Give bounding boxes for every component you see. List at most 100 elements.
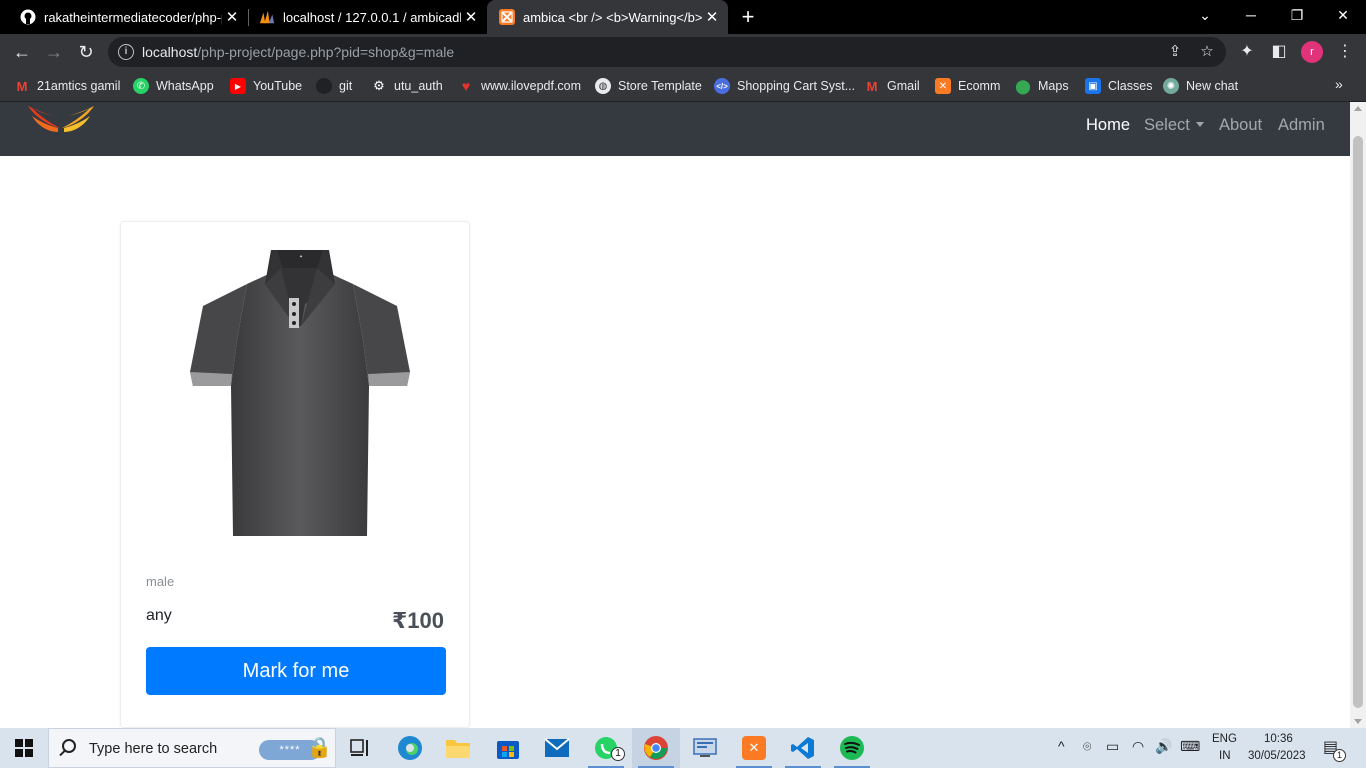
notification-badge: 1 [1333,749,1346,762]
restore-icon[interactable]: ❐ [1274,0,1320,30]
tab-title: ambica <br /> <b>Warning</b> [523,9,702,25]
xampp-app-icon[interactable]: ✕ [730,728,778,768]
new-tab-button[interactable]: + [737,4,759,30]
bookmark-shopping-cart[interactable]: </> Shopping Cart Syst... [714,76,855,96]
whatsapp-icon: ✆ [133,78,149,94]
bookmark-store-template[interactable]: ◍ Store Template [595,76,702,96]
close-window-icon[interactable]: ✕ [1320,0,1366,30]
site-logo[interactable] [24,102,98,142]
tab-phpmyadmin[interactable]: localhost / 127.0.0.1 / ambicadb / ✕ [239,0,487,34]
bookmark-maps[interactable]: ⬤ Maps [1015,76,1068,96]
meet-now-icon[interactable]: ⌾ [1083,738,1091,755]
close-tab-icon[interactable]: ✕ [461,8,481,26]
wifi-icon[interactable]: ◠ [1132,738,1144,755]
search-icon [62,739,76,753]
gear-icon: ⚙ [373,78,385,93]
xampp-glyph: ✕ [742,736,766,760]
heart-icon: ♥ [461,78,471,94]
tab-github[interactable]: rakatheintermediatecoder/php-p ✕ [0,0,248,34]
product-card: ✦ male any ₹100 Mark for me [120,221,470,728]
page-scrollbar[interactable] [1350,102,1366,728]
svg-text:✦: ✦ [299,254,303,260]
gmail-icon: M [866,78,878,94]
mail-icon[interactable] [533,728,581,768]
tab-search-icon[interactable]: ⌄ [1182,0,1228,30]
bookmark-classes[interactable]: ▣ Classes [1085,76,1152,96]
bookmarks-bar: M 21amtics gamil ✆ WhatsApp ▶ YouTube gi… [0,70,1366,102]
page-viewport: Home Select About Admin ✦ male any ₹100 … [0,102,1350,728]
bookmark-git[interactable]: git [316,76,352,96]
windows-taskbar: Type here to search **** 🔒 1 ✕ ^ ⌾ ▭ ◠ 🔊… [0,728,1366,768]
clock-time[interactable]: 10:36 [1264,733,1293,745]
bookmark-star-icon[interactable]: ☆ [1198,43,1216,61]
tray-overflow-icon[interactable]: ^ [1058,738,1065,754]
tab-ambica[interactable]: ambica <br /> <b>Warning</b> ✕ [487,0,728,34]
profile-avatar[interactable]: r [1301,41,1323,63]
site-navbar: Home Select About Admin [0,102,1350,156]
taskbar-search-box[interactable]: Type here to search **** 🔒 [48,728,336,768]
youtube-icon: ▶ [230,78,246,94]
nav-home-link[interactable]: Home [1086,116,1130,135]
scroll-up-icon[interactable] [1354,106,1362,111]
edge-icon[interactable] [386,728,434,768]
github-icon [316,78,332,94]
more-bookmarks-icon[interactable]: » [1335,76,1343,92]
battery-icon[interactable]: ▭ [1106,738,1119,755]
mark-for-me-button[interactable]: Mark for me [146,647,446,695]
bookmark-ilovepdf[interactable]: ♥ www.ilovepdf.com [458,76,581,96]
forward-icon[interactable]: → [40,38,68,66]
globe-icon: ◍ [595,78,611,94]
volume-icon[interactable]: 🔊 [1155,738,1172,755]
xampp-icon: ✕ [935,78,951,94]
file-explorer-icon[interactable] [434,728,482,768]
language-indicator[interactable]: ENG [1212,733,1237,745]
scroll-down-icon[interactable] [1354,719,1362,724]
nav-select-dropdown[interactable]: Select [1144,116,1204,135]
whatsapp-badge: 1 [611,747,625,761]
side-panel-icon[interactable]: ◧ [1268,41,1290,63]
bookmark-whatsapp[interactable]: ✆ WhatsApp [133,76,214,96]
product-name: any [146,607,172,624]
keyboard-icon[interactable]: ⌨ [1180,738,1200,755]
site-info-icon[interactable]: i [118,44,134,60]
windows-start-icon[interactable] [0,728,48,768]
whatsapp-app-icon[interactable]: 1 [582,728,630,768]
product-category: male [146,574,175,589]
github-icon [20,9,36,25]
search-placeholder: Type here to search [89,741,218,757]
caret-down-icon [1195,122,1204,127]
code-icon: </> [714,78,730,94]
share-icon[interactable]: ⇪ [1166,43,1184,61]
nav-admin-link[interactable]: Admin [1278,116,1325,135]
close-tab-icon[interactable]: ✕ [702,8,722,26]
microsoft-store-icon[interactable] [484,728,532,768]
clock-date[interactable]: 30/05/2023 [1248,750,1306,762]
minimize-icon[interactable]: ─ [1228,0,1274,30]
nav-about-link[interactable]: About [1219,116,1262,135]
extensions-icon[interactable]: ✦ [1236,41,1258,63]
lock-icon: 🔒 [307,737,332,759]
maps-icon: ⬤ [1015,77,1031,94]
bookmark-ecomm[interactable]: ✕ Ecomm [935,76,1000,96]
tab-title: rakatheintermediatecoder/php-p [44,9,222,25]
browser-toolbar: ← → ↻ i localhost/php-project/page.php?p… [0,34,1366,70]
bookmark-utu-auth[interactable]: ⚙ utu_auth [371,76,443,96]
bookmark-gmail[interactable]: M Gmail [864,76,920,96]
menu-icon[interactable]: ⋮ [1334,41,1356,63]
reload-icon[interactable]: ↻ [72,38,100,66]
product-image: ✦ [185,244,415,540]
spotify-icon[interactable] [828,728,876,768]
bookmark-21amtics-gamil[interactable]: M 21amtics gamil [14,76,121,96]
url-text[interactable]: localhost/php-project/page.php?pid=shop&… [142,44,454,60]
task-view-icon[interactable] [336,728,384,768]
bookmark-new-chat[interactable]: ✺ New chat [1163,76,1238,96]
bookmark-youtube[interactable]: ▶ YouTube [230,76,302,96]
classroom-icon: ▣ [1085,78,1101,94]
chrome-icon[interactable] [632,728,680,768]
scrollbar-thumb[interactable] [1353,136,1363,708]
vscode-icon[interactable] [779,728,827,768]
address-bar[interactable]: i localhost/php-project/page.php?pid=sho… [108,37,1226,67]
region-indicator[interactable]: IN [1219,750,1231,762]
back-icon[interactable]: ← [8,38,36,66]
control-panel-icon[interactable] [681,728,729,768]
